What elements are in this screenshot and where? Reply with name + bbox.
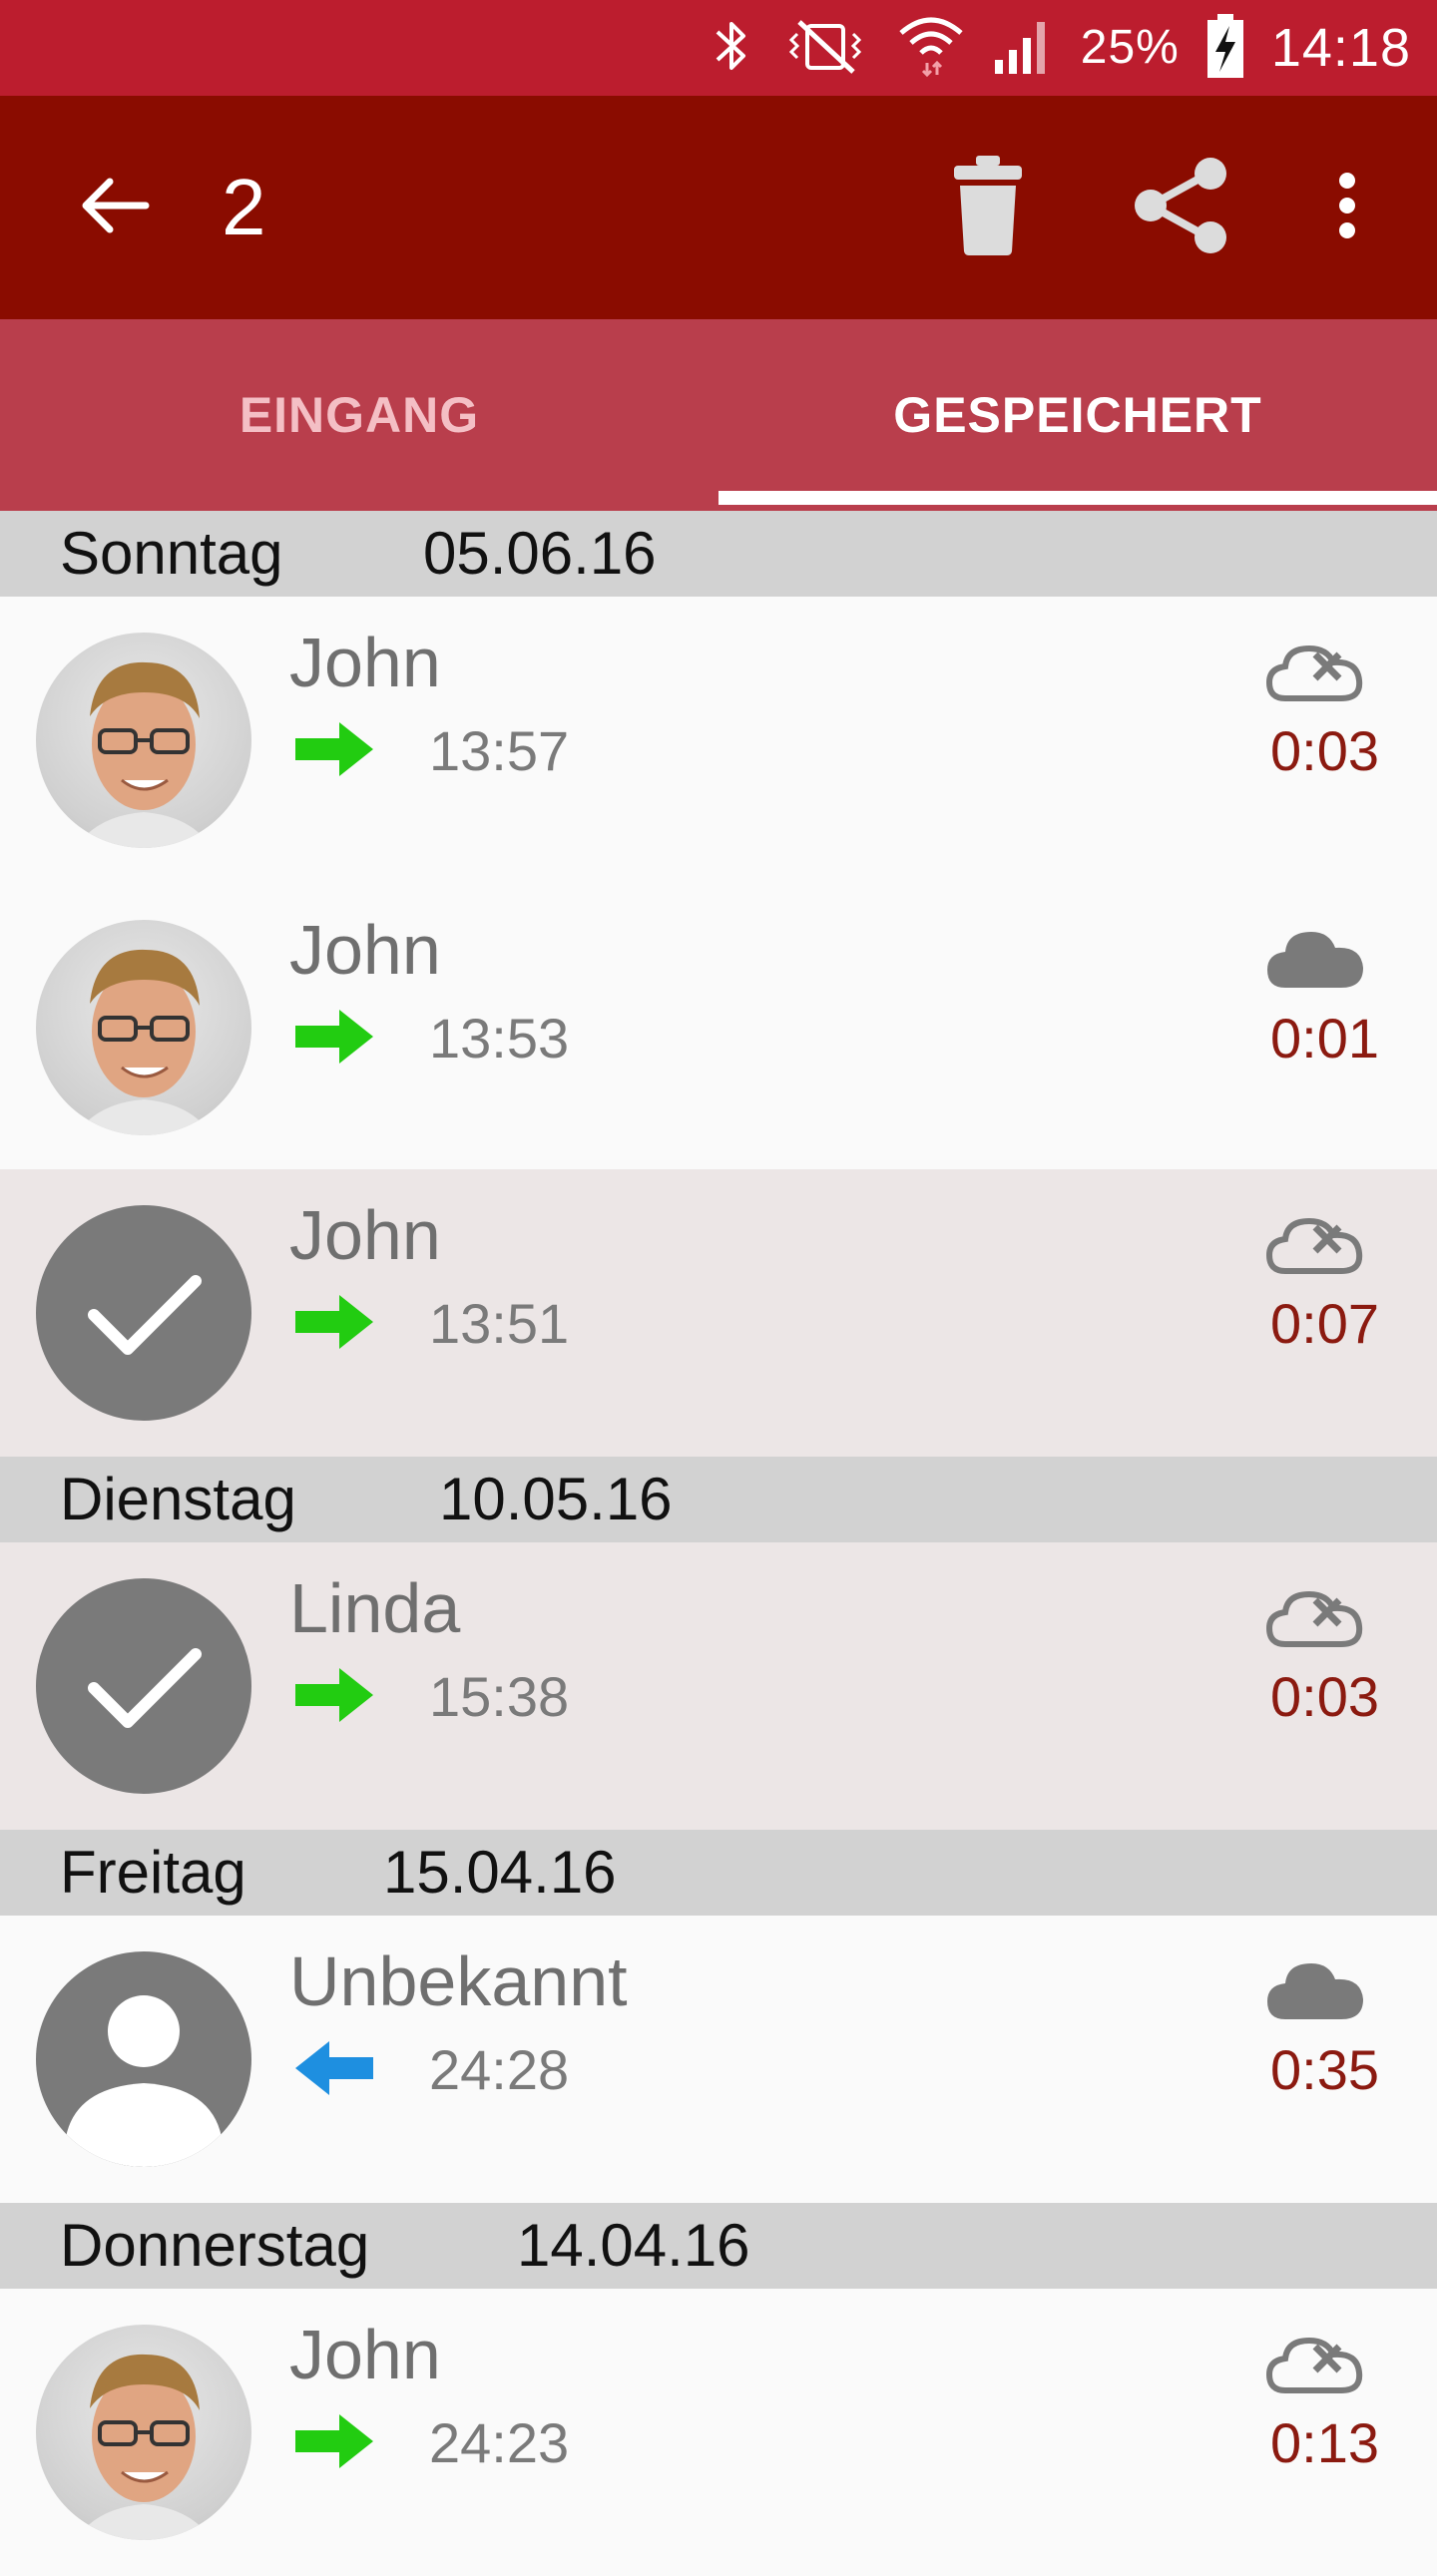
battery-percent: 25% — [1080, 21, 1180, 74]
tab-bar: EINGANG GESPEICHERT — [0, 319, 1437, 511]
section-day: Dienstag — [60, 1466, 296, 1532]
call-time: 13:57 — [429, 719, 570, 782]
caller-name: John — [289, 2316, 441, 2393]
cloud-not-uploaded-icon — [1265, 641, 1365, 709]
caller-name: John — [289, 624, 441, 701]
more-options-button[interactable] — [1297, 96, 1397, 319]
wifi-icon — [897, 13, 965, 84]
section-date: 10.05.16 — [439, 1466, 673, 1532]
caller-name: John — [289, 1196, 441, 1274]
caller-name: John — [289, 911, 441, 989]
section-header: Freitag 15.04.16 — [0, 1830, 1437, 1916]
section-header: Dienstag 10.05.16 — [0, 1457, 1437, 1542]
avatar — [36, 920, 251, 1135]
incoming-arrow-icon — [295, 2041, 373, 2100]
action-toolbar: 2 — [0, 96, 1437, 319]
cloud-not-uploaded-icon — [1265, 1586, 1365, 1655]
bluetooth-icon — [710, 16, 753, 81]
vibrate-mute-icon — [779, 16, 871, 81]
section-header: Sonntag 05.06.16 — [0, 511, 1437, 597]
caller-name: Unbekannt — [289, 1942, 628, 2020]
list-item[interactable]: Unbekannt 24:28 0:35 — [0, 1916, 1437, 2203]
back-button[interactable] — [60, 96, 170, 319]
status-bar: 25% 14:18 — [0, 0, 1437, 96]
call-duration: 0:03 — [1270, 719, 1379, 782]
outgoing-arrow-icon — [295, 1010, 373, 1069]
back-arrow-icon — [80, 176, 150, 240]
cloud-not-uploaded-icon — [1265, 2333, 1365, 2401]
call-duration: 0:01 — [1270, 1007, 1379, 1070]
cloud-uploaded-icon — [1265, 1959, 1365, 2028]
section-header: Donnerstag 14.04.16 — [0, 2203, 1437, 2289]
recording-list: Sonntag 05.06.16 John 13:57 0:03 John 13… — [0, 511, 1437, 2576]
avatar — [36, 633, 251, 848]
call-time: 13:53 — [429, 1007, 570, 1070]
share-button[interactable] — [1126, 96, 1235, 319]
share-icon — [1131, 156, 1230, 260]
list-item[interactable]: John 24:23 0:13 — [0, 2289, 1437, 2576]
call-duration: 0:13 — [1270, 2411, 1379, 2474]
section-date: 14.04.16 — [517, 2212, 750, 2279]
list-item[interactable]: John 13:57 0:03 — [0, 597, 1437, 884]
call-duration: 0:03 — [1270, 1665, 1379, 1728]
cloud-not-uploaded-icon — [1265, 1213, 1365, 1282]
call-time: 13:51 — [429, 1292, 570, 1355]
selected-count: 2 — [222, 163, 266, 251]
call-time: 24:28 — [429, 2038, 570, 2101]
battery-charging-icon — [1205, 12, 1245, 85]
call-duration: 0:07 — [1270, 1292, 1379, 1355]
list-item[interactable]: John 13:53 0:01 — [0, 884, 1437, 1169]
section-day: Donnerstag — [60, 2212, 370, 2279]
caller-name: Linda — [289, 1569, 461, 1647]
list-item[interactable]: Linda 15:38 0:03 — [0, 1542, 1437, 1830]
call-duration: 0:35 — [1270, 2038, 1379, 2101]
avatar — [36, 2325, 251, 2540]
tab-gespeichert[interactable]: GESPEICHERT — [718, 319, 1437, 511]
outgoing-arrow-icon — [295, 1295, 373, 1354]
outgoing-arrow-icon — [295, 2414, 373, 2473]
outgoing-arrow-icon — [295, 1668, 373, 1727]
tab-eingang[interactable]: EINGANG — [0, 319, 718, 511]
call-time: 15:38 — [429, 1665, 570, 1728]
section-day: Freitag — [60, 1839, 246, 1906]
outgoing-arrow-icon — [295, 722, 373, 781]
more-vert-icon — [1337, 171, 1357, 245]
section-date: 15.04.16 — [383, 1839, 617, 1906]
trash-icon — [952, 155, 1024, 260]
list-item[interactable]: John 13:51 0:07 — [0, 1169, 1437, 1457]
selected-check-avatar — [36, 1578, 251, 1794]
selected-check-avatar — [36, 1205, 251, 1421]
clock: 14:18 — [1270, 18, 1411, 78]
active-tab-indicator — [718, 491, 1437, 505]
signal-icon — [991, 16, 1055, 81]
section-day: Sonntag — [60, 520, 283, 587]
cloud-uploaded-icon — [1265, 928, 1365, 997]
delete-button[interactable] — [933, 96, 1043, 319]
call-time: 24:23 — [429, 2411, 570, 2474]
unknown-contact-avatar — [36, 1951, 251, 2167]
section-date: 05.06.16 — [423, 520, 657, 587]
